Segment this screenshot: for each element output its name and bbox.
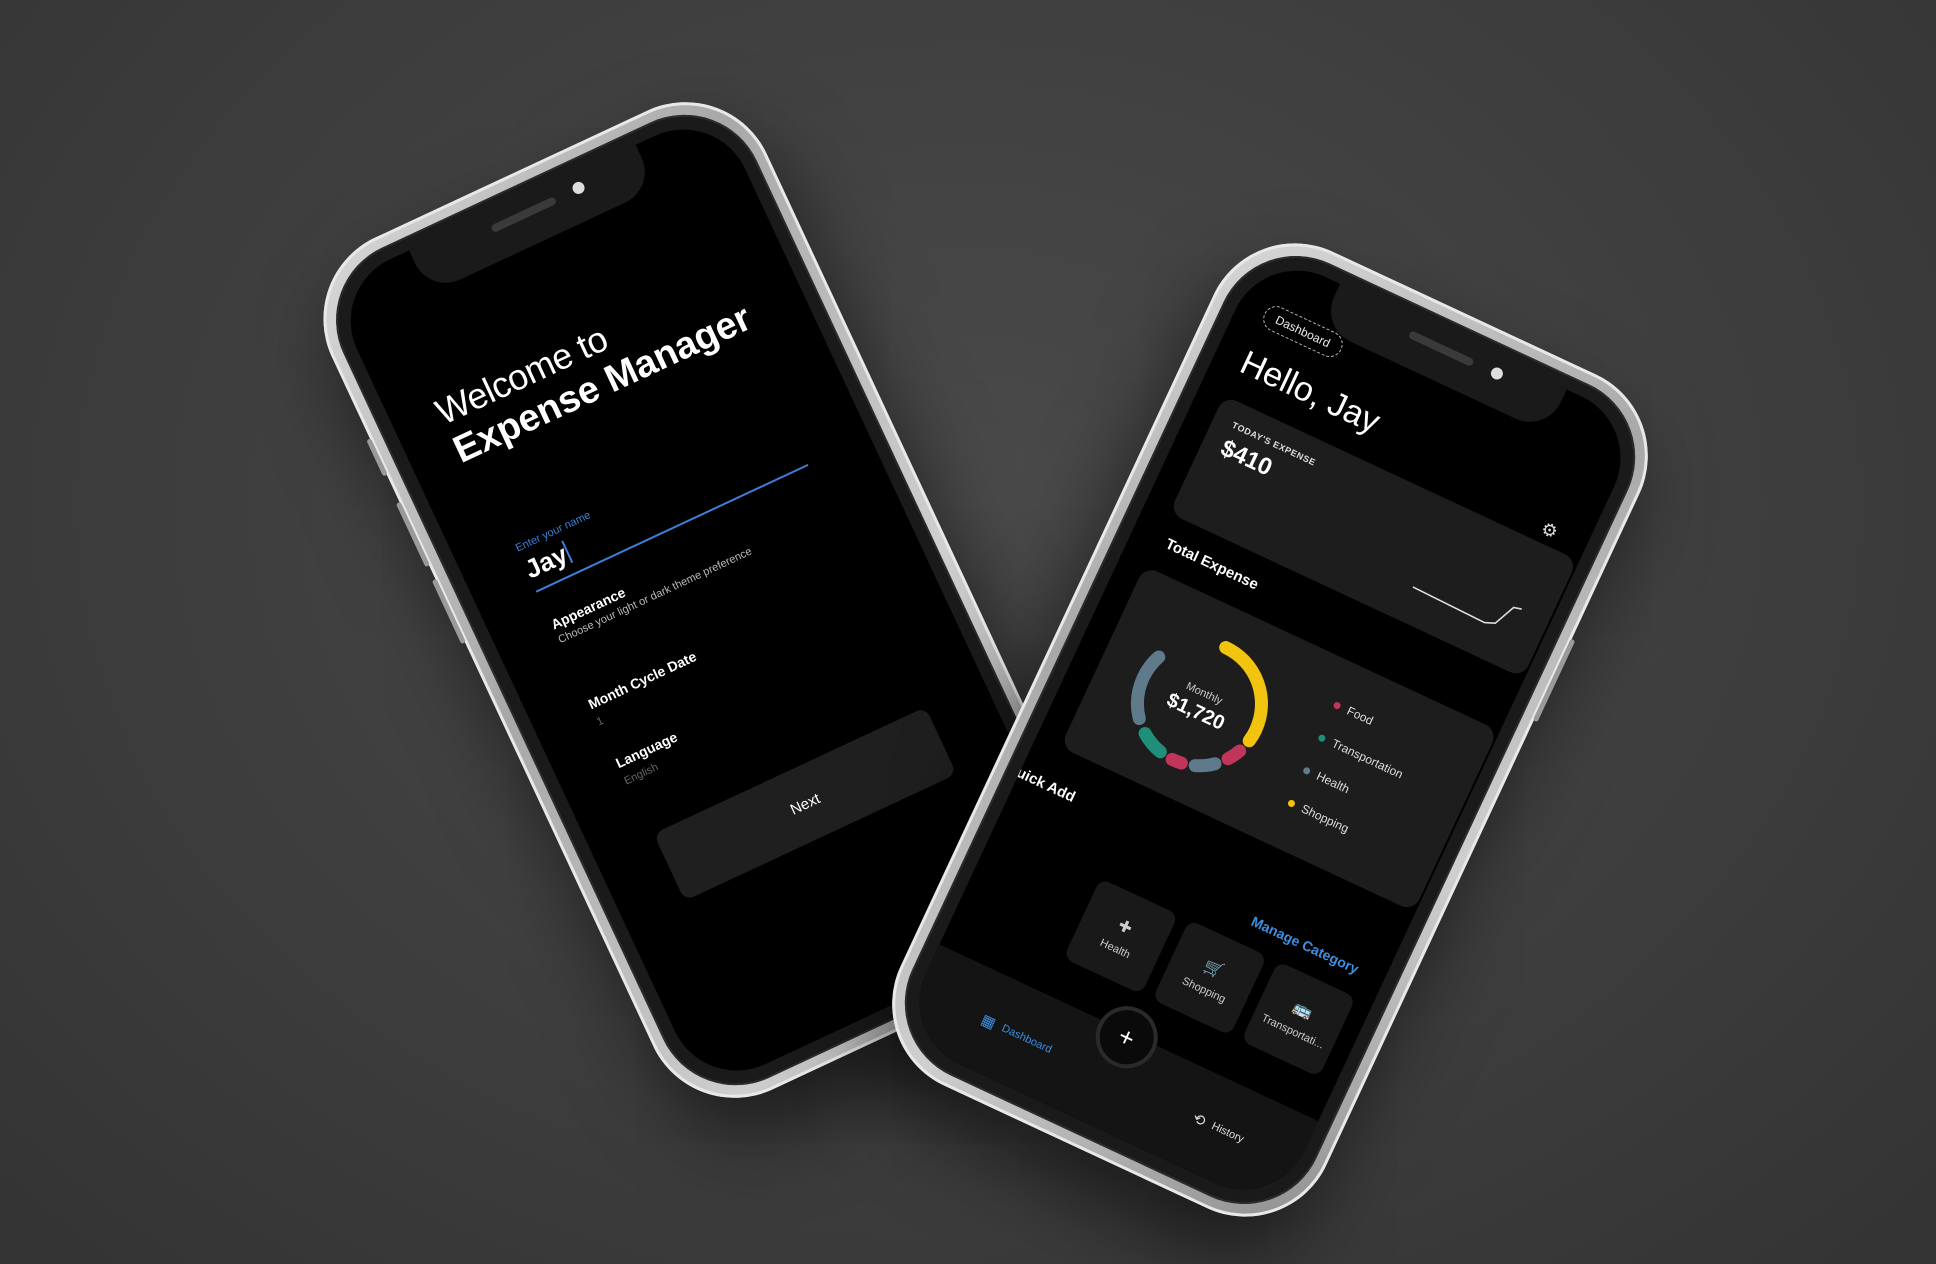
cart-icon: 🛒 — [1201, 957, 1227, 982]
legend-label: Shopping — [1299, 801, 1352, 836]
quick-add-title: Quick Add — [1003, 759, 1078, 806]
front-camera — [570, 179, 587, 196]
language-setting[interactable]: Language English — [613, 729, 687, 788]
nav-dashboard[interactable]: ▦ Dashboard — [978, 1010, 1055, 1058]
tile-label: Shopping — [1180, 975, 1228, 1006]
dashboard-grid-icon: ▦ — [978, 1011, 999, 1033]
bottom-navigation: ▦ Dashboard + ⟲ History — [897, 944, 1319, 1212]
legend-label: Transportation — [1329, 736, 1406, 782]
appearance-subtitle: Choose your light or dark theme preferen… — [556, 545, 754, 647]
appearance-title: Appearance — [548, 584, 628, 633]
sparkline-line — [1412, 586, 1522, 625]
quick-add-tile-transportation[interactable]: 🚌 Transportati... — [1240, 961, 1357, 1078]
tile-label: Health — [1097, 936, 1132, 962]
history-icon: ⟲ — [1189, 1109, 1209, 1131]
donut-chart: Monthly $1,720 — [1130, 635, 1268, 773]
next-button[interactable]: Next — [653, 706, 957, 901]
nav-dashboard-label: Dashboard — [999, 1022, 1054, 1056]
category-legend: Food Transportation Health Shopping — [1276, 697, 1420, 866]
front-camera — [1488, 365, 1505, 382]
legend-label: Food — [1344, 703, 1376, 728]
legend-dot — [1287, 798, 1297, 808]
nav-history-label: History — [1209, 1120, 1246, 1146]
add-expense-button[interactable]: + — [1085, 996, 1168, 1079]
appearance-setting[interactable]: Appearance Choose your light or dark the… — [548, 528, 754, 647]
notch — [408, 142, 656, 294]
legend-label: Health — [1314, 768, 1352, 797]
speaker — [490, 196, 558, 234]
legend-dot — [1302, 765, 1312, 776]
nav-history[interactable]: ⟲ History — [1190, 1109, 1247, 1148]
tile-label: Transportati... — [1259, 1012, 1326, 1052]
legend-dot — [1332, 700, 1342, 710]
speaker — [1407, 330, 1475, 368]
gear-icon[interactable]: ⚙ — [1538, 518, 1561, 544]
health-icon: ✚ — [1115, 917, 1135, 939]
bus-icon: 🚌 — [1289, 998, 1316, 1023]
sparkline-chart — [1412, 586, 1522, 625]
mute-switch — [366, 438, 388, 477]
manage-category-link[interactable]: Manage Category — [1249, 913, 1362, 977]
legend-dot — [1317, 733, 1327, 743]
month-cycle-setting[interactable]: Month Cycle Date 1 — [586, 648, 707, 728]
